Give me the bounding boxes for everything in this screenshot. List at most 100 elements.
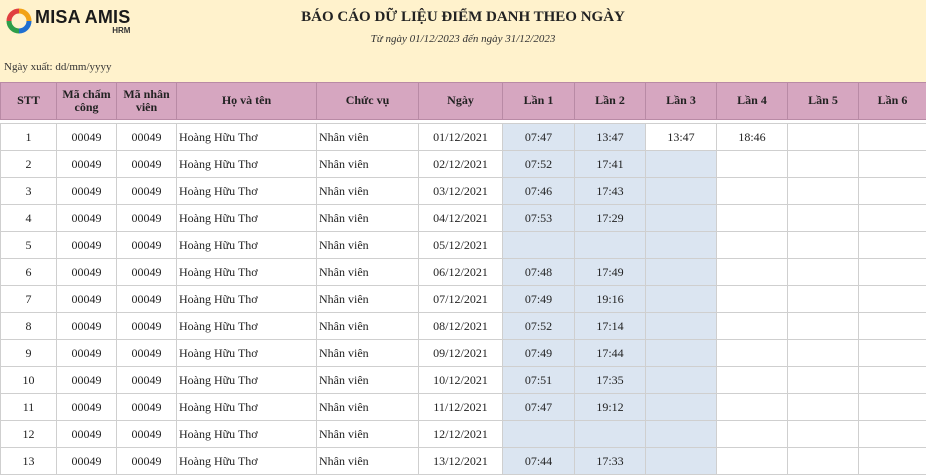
date-cell: 02/12/2021 [419, 151, 503, 178]
check-5-cell [788, 421, 859, 448]
date-cell: 08/12/2021 [419, 313, 503, 340]
employee-id-cell: 00049 [117, 286, 177, 313]
check-2-cell: 17:44 [575, 340, 646, 367]
timekeeping-id-cell: 00049 [57, 313, 117, 340]
stt-cell: 2 [1, 151, 57, 178]
check-3-cell [646, 340, 717, 367]
check-5-cell [788, 313, 859, 340]
date-cell: 06/12/2021 [419, 259, 503, 286]
column-header: Lần 2 [575, 83, 646, 120]
employee-id-cell: 00049 [117, 151, 177, 178]
table-row: 50004900049Hoàng Hữu ThơNhân viên05/12/2… [1, 232, 926, 259]
stt-cell: 11 [1, 394, 57, 421]
check-1-cell: 07:44 [503, 448, 575, 475]
check-1-cell: 07:48 [503, 259, 575, 286]
position-cell: Nhân viên [317, 205, 419, 232]
table-row: 40004900049Hoàng Hữu ThơNhân viên04/12/2… [1, 205, 926, 232]
name-cell: Hoàng Hữu Thơ [177, 367, 317, 394]
name-cell: Hoàng Hữu Thơ [177, 151, 317, 178]
name-cell: Hoàng Hữu Thơ [177, 178, 317, 205]
attendance-table: STTMã chấm côngMã nhân viênHọ và tênChức… [0, 82, 926, 475]
table-row: 80004900049Hoàng Hữu ThơNhân viên08/12/2… [1, 313, 926, 340]
check-3-cell [646, 259, 717, 286]
check-5-cell [788, 232, 859, 259]
check-5-cell [788, 151, 859, 178]
check-5-cell [788, 286, 859, 313]
position-cell: Nhân viên [317, 259, 419, 286]
report-title: BÁO CÁO DỮ LIỆU ĐIỂM DANH THEO NGÀY [0, 9, 926, 26]
check-6-cell [859, 448, 926, 475]
position-cell: Nhân viên [317, 151, 419, 178]
column-header: Ngày [419, 83, 503, 120]
check-2-cell: 17:43 [575, 178, 646, 205]
column-header: Mã nhân viên [117, 83, 177, 120]
table-header-row: STTMã chấm côngMã nhân viênHọ và tênChức… [1, 83, 926, 120]
check-3-cell [646, 448, 717, 475]
check-2-cell [575, 421, 646, 448]
check-3-cell [646, 151, 717, 178]
date-cell: 10/12/2021 [419, 367, 503, 394]
date-cell: 05/12/2021 [419, 232, 503, 259]
employee-id-cell: 00049 [117, 421, 177, 448]
table-row: 10004900049Hoàng Hữu ThơNhân viên01/12/2… [1, 124, 926, 151]
check-3-cell [646, 205, 717, 232]
check-6-cell [859, 313, 926, 340]
name-cell: Hoàng Hữu Thơ [177, 340, 317, 367]
employee-id-cell: 00049 [117, 313, 177, 340]
check-4-cell [717, 421, 788, 448]
date-cell: 13/12/2021 [419, 448, 503, 475]
check-4-cell [717, 151, 788, 178]
check-6-cell [859, 421, 926, 448]
check-6-cell [859, 124, 926, 151]
check-6-cell [859, 205, 926, 232]
check-3-cell: 13:47 [646, 124, 717, 151]
check-5-cell [788, 178, 859, 205]
check-4-cell [717, 313, 788, 340]
check-3-cell [646, 421, 717, 448]
check-4-cell [717, 367, 788, 394]
table-row: 20004900049Hoàng Hữu ThơNhân viên02/12/2… [1, 151, 926, 178]
check-2-cell [575, 232, 646, 259]
timekeeping-id-cell: 00049 [57, 340, 117, 367]
stt-cell: 8 [1, 313, 57, 340]
check-1-cell: 07:49 [503, 286, 575, 313]
employee-id-cell: 00049 [117, 394, 177, 421]
employee-id-cell: 00049 [117, 367, 177, 394]
table-row: 30004900049Hoàng Hữu ThơNhân viên03/12/2… [1, 178, 926, 205]
employee-id-cell: 00049 [117, 340, 177, 367]
check-5-cell [788, 394, 859, 421]
check-2-cell: 17:14 [575, 313, 646, 340]
check-1-cell: 07:47 [503, 124, 575, 151]
timekeeping-id-cell: 00049 [57, 421, 117, 448]
date-cell: 12/12/2021 [419, 421, 503, 448]
check-3-cell [646, 286, 717, 313]
table-row: 130004900049Hoàng Hữu ThơNhân viên13/12/… [1, 448, 926, 475]
check-3-cell [646, 394, 717, 421]
check-2-cell: 17:33 [575, 448, 646, 475]
column-header: Mã chấm công [57, 83, 117, 120]
position-cell: Nhân viên [317, 340, 419, 367]
table-row: 60004900049Hoàng Hữu ThơNhân viên06/12/2… [1, 259, 926, 286]
position-cell: Nhân viên [317, 367, 419, 394]
table-row: 90004900049Hoàng Hữu ThơNhân viên09/12/2… [1, 340, 926, 367]
column-header: Họ và tên [177, 83, 317, 120]
check-6-cell [859, 286, 926, 313]
name-cell: Hoàng Hữu Thơ [177, 421, 317, 448]
timekeeping-id-cell: 00049 [57, 259, 117, 286]
column-header: Lần 4 [717, 83, 788, 120]
stt-cell: 1 [1, 124, 57, 151]
check-1-cell: 07:51 [503, 367, 575, 394]
timekeeping-id-cell: 00049 [57, 124, 117, 151]
check-3-cell [646, 232, 717, 259]
check-5-cell [788, 205, 859, 232]
position-cell: Nhân viên [317, 286, 419, 313]
check-3-cell [646, 178, 717, 205]
stt-cell: 4 [1, 205, 57, 232]
check-1-cell: 07:46 [503, 178, 575, 205]
employee-id-cell: 00049 [117, 205, 177, 232]
check-4-cell [717, 286, 788, 313]
name-cell: Hoàng Hữu Thơ [177, 232, 317, 259]
date-cell: 09/12/2021 [419, 340, 503, 367]
check-5-cell [788, 340, 859, 367]
position-cell: Nhân viên [317, 394, 419, 421]
